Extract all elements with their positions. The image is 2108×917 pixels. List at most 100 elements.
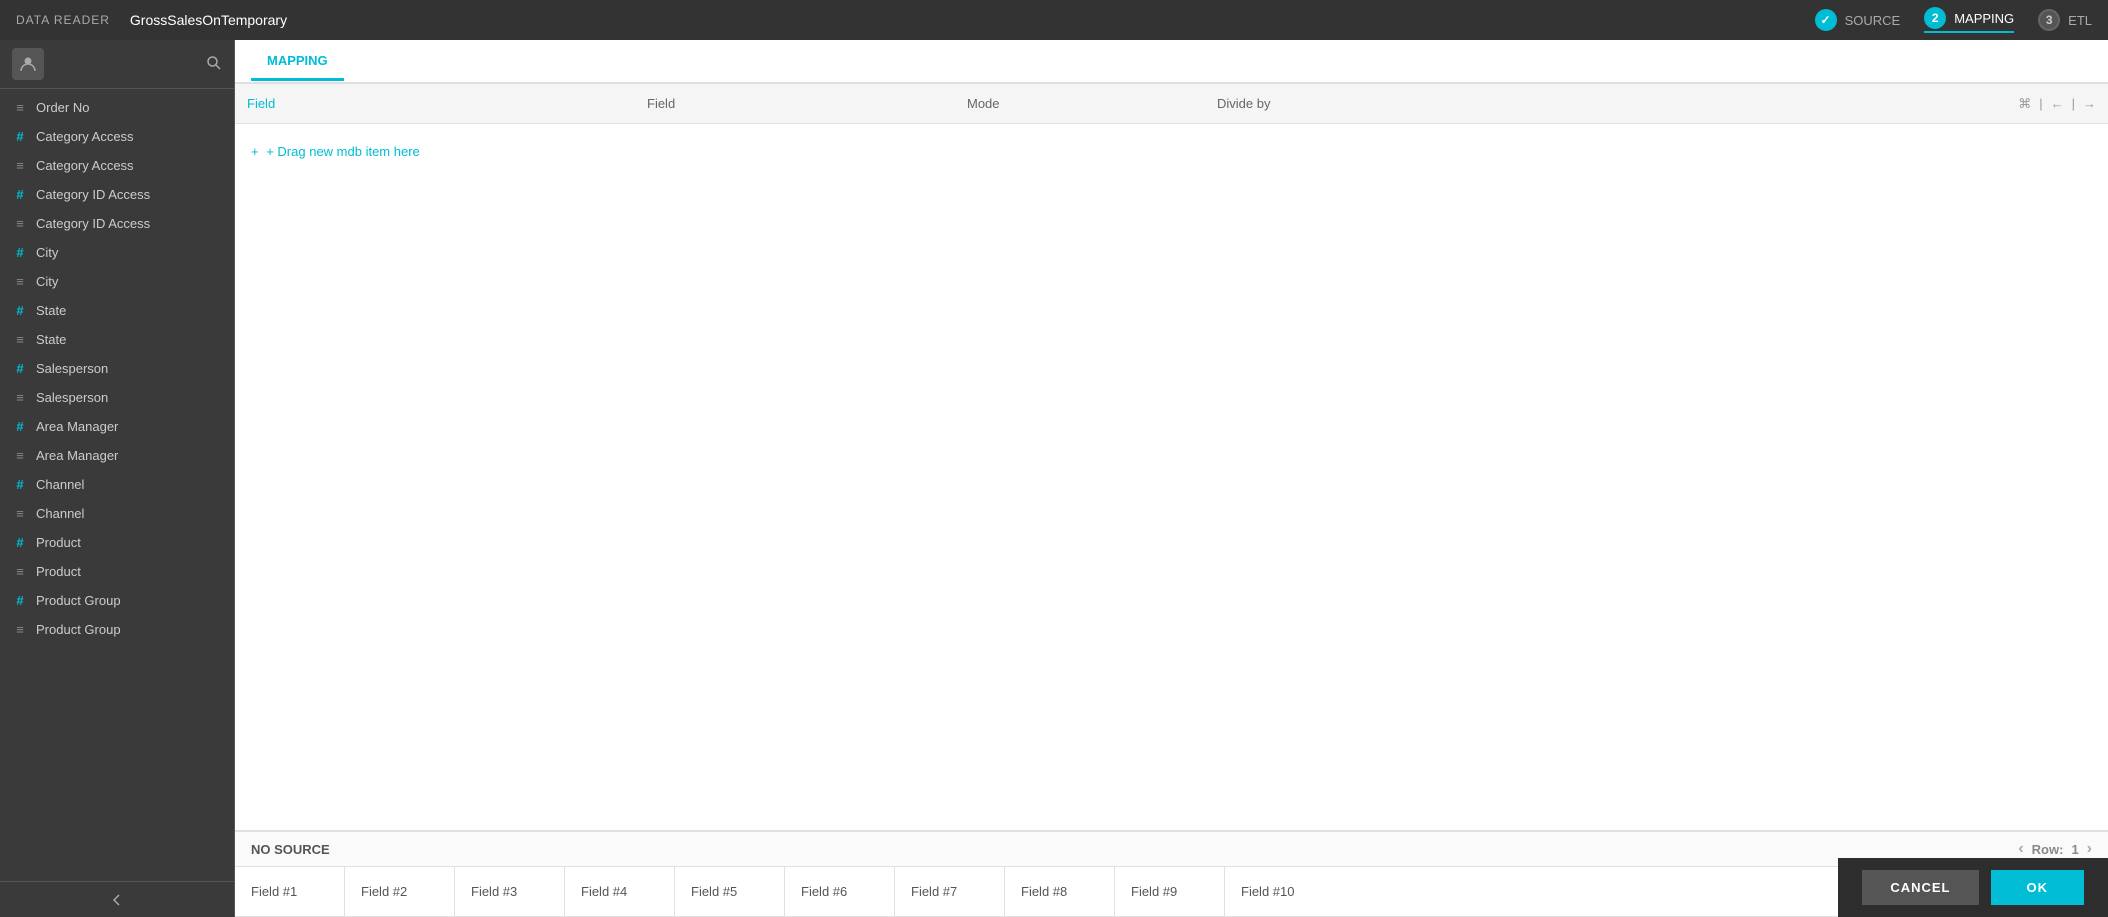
lines-icon: ≡ bbox=[12, 332, 28, 347]
tab-bar: MAPPING bbox=[235, 40, 2108, 84]
sidebar-item-16[interactable]: ≡ Product bbox=[0, 557, 234, 586]
col-mode-header: Mode bbox=[955, 96, 1205, 111]
field-cell-6: Field #6 bbox=[785, 867, 895, 917]
main-layout: ≡Order No#Category Access≡Category Acces… bbox=[0, 40, 2108, 917]
hash-icon: # bbox=[12, 129, 28, 144]
sidebar-item-17[interactable]: # Product Group bbox=[0, 586, 234, 615]
step-etl-label: ETL bbox=[2068, 13, 2092, 28]
col-icons-header: ⌘ | ← | → bbox=[1505, 96, 2108, 112]
sidebar-item-9[interactable]: # Salesperson bbox=[0, 354, 234, 383]
row-value: 1 bbox=[2071, 842, 2078, 857]
lines-icon: ≡ bbox=[12, 506, 28, 521]
row-label: Row: bbox=[2032, 842, 2064, 857]
sidebar-item-2[interactable]: ≡ Category Access bbox=[0, 151, 234, 180]
sidebar-item-12[interactable]: ≡ Area Manager bbox=[0, 441, 234, 470]
arrow-icon bbox=[279, 84, 295, 124]
tab-mapping[interactable]: MAPPING bbox=[251, 43, 344, 81]
step-etl-badge: 3 bbox=[2038, 9, 2060, 31]
sidebar-item-label: Order No bbox=[36, 100, 222, 115]
sidebar-item-0[interactable]: ≡Order No bbox=[0, 93, 234, 122]
lines-icon: ≡ bbox=[12, 622, 28, 637]
sidebar-item-8[interactable]: ≡ State bbox=[0, 325, 234, 354]
field-cell-7: Field #7 bbox=[895, 867, 1005, 917]
no-source-label: NO SOURCE bbox=[251, 842, 330, 857]
sidebar-item-label: Salesperson bbox=[36, 361, 222, 376]
sidebar-item-label: Category ID Access bbox=[36, 187, 222, 202]
ok-button[interactable]: OK bbox=[1991, 870, 2085, 905]
user-icon bbox=[12, 48, 44, 80]
sidebar-item-label: Product bbox=[36, 564, 222, 579]
sidebar-item-label: Product Group bbox=[36, 593, 222, 608]
hash-icon: # bbox=[12, 419, 28, 434]
sidebar-item-label: Category Access bbox=[36, 158, 222, 173]
field-cell-4: Field #4 bbox=[565, 867, 675, 917]
step-mapping-label: MAPPING bbox=[1954, 11, 2014, 26]
field-cell-8: Field #8 bbox=[1005, 867, 1115, 917]
step-source[interactable]: ✓ SOURCE bbox=[1815, 9, 1901, 31]
sidebar-item-15[interactable]: # Product bbox=[0, 528, 234, 557]
sidebar-item-14[interactable]: ≡ Channel bbox=[0, 499, 234, 528]
field-cell-3: Field #3 bbox=[455, 867, 565, 917]
sidebar-item-label: Channel bbox=[36, 506, 222, 521]
content-area: MAPPING Field Field Mode Divide by ⌘ | ←… bbox=[235, 40, 2108, 917]
sidebar-item-18[interactable]: ≡ Product Group bbox=[0, 615, 234, 644]
hash-icon: # bbox=[12, 535, 28, 550]
sidebar-item-7[interactable]: #State bbox=[0, 296, 234, 325]
step-etl[interactable]: 3 ETL bbox=[2038, 9, 2092, 31]
step-source-badge: ✓ bbox=[1815, 9, 1837, 31]
sidebar-item-label: State bbox=[36, 332, 222, 347]
mapping-header: Field Field Mode Divide by ⌘ | ← | → bbox=[235, 84, 2108, 124]
lines-icon: ≡ bbox=[12, 274, 28, 289]
sidebar-item-label: State bbox=[36, 303, 222, 318]
sidebar-item-label: Product Group bbox=[36, 622, 222, 637]
col-divide-header: Divide by bbox=[1205, 96, 1505, 111]
sidebar-item-3[interactable]: # Category ID Access bbox=[0, 180, 234, 209]
next-row-button[interactable]: › bbox=[2087, 840, 2092, 858]
lines-icon: ≡ bbox=[12, 158, 28, 173]
no-source-bar: NO SOURCE ‹ Row: 1 › bbox=[235, 832, 2108, 867]
col-field-header: Field bbox=[635, 96, 955, 111]
lines-icon: ≡ bbox=[12, 390, 28, 405]
sidebar-item-label: Area Manager bbox=[36, 419, 222, 434]
sidebar-item-13[interactable]: #Channel bbox=[0, 470, 234, 499]
hash-icon: # bbox=[12, 593, 28, 608]
col-field-source-header: Field bbox=[235, 84, 635, 124]
sidebar-collapse-button[interactable] bbox=[0, 881, 234, 917]
step-mapping[interactable]: 2 MAPPING bbox=[1924, 7, 2014, 33]
sidebar-item-label: Area Manager bbox=[36, 448, 222, 463]
sidebar: ≡Order No#Category Access≡Category Acces… bbox=[0, 40, 235, 917]
field-cell-1: Field #1 bbox=[235, 867, 345, 917]
hash-icon: # bbox=[12, 245, 28, 260]
search-icon[interactable] bbox=[206, 55, 222, 74]
field-cell-2: Field #2 bbox=[345, 867, 455, 917]
sidebar-item-10[interactable]: ≡ Salesperson bbox=[0, 383, 234, 412]
bottom-section: NO SOURCE ‹ Row: 1 › Field #1Field #2Fie… bbox=[235, 830, 2108, 917]
fields-row: Field #1Field #2Field #3Field #4Field #5… bbox=[235, 867, 2108, 917]
sidebar-item-label: Salesperson bbox=[36, 390, 222, 405]
sidebar-item-5[interactable]: #City bbox=[0, 238, 234, 267]
sidebar-item-6[interactable]: ≡City bbox=[0, 267, 234, 296]
sidebar-list: ≡Order No#Category Access≡Category Acces… bbox=[0, 89, 234, 881]
sidebar-item-label: Product bbox=[36, 535, 222, 550]
hash-icon: # bbox=[12, 187, 28, 202]
footer: CANCEL OK bbox=[1838, 858, 2108, 917]
lines-icon: ≡ bbox=[12, 448, 28, 463]
project-name: GrossSalesOnTemporary bbox=[130, 12, 287, 28]
sidebar-item-label: Category Access bbox=[36, 129, 222, 144]
hash-icon: # bbox=[12, 361, 28, 376]
row-nav: ‹ Row: 1 › bbox=[2018, 840, 2092, 858]
field-cell-5: Field #5 bbox=[675, 867, 785, 917]
topbar: DATA READER GrossSalesOnTemporary ✓ SOUR… bbox=[0, 0, 2108, 40]
drop-hint: + + Drag new mdb item here bbox=[251, 144, 2092, 159]
drop-area[interactable]: + + Drag new mdb item here bbox=[235, 124, 2108, 830]
step-mapping-badge: 2 bbox=[1924, 7, 1946, 29]
sidebar-item-1[interactable]: # Category Access bbox=[0, 122, 234, 151]
sidebar-item-11[interactable]: # Area Manager bbox=[0, 412, 234, 441]
prev-row-button[interactable]: ‹ bbox=[2018, 840, 2023, 858]
lines-icon: ≡ bbox=[12, 564, 28, 579]
sidebar-header bbox=[0, 40, 234, 89]
app-name: DATA READER bbox=[16, 13, 110, 27]
steps: ✓ SOURCE 2 MAPPING 3 ETL bbox=[1815, 7, 2092, 33]
cancel-button[interactable]: CANCEL bbox=[1862, 870, 1978, 905]
sidebar-item-4[interactable]: ≡Category ID Access bbox=[0, 209, 234, 238]
